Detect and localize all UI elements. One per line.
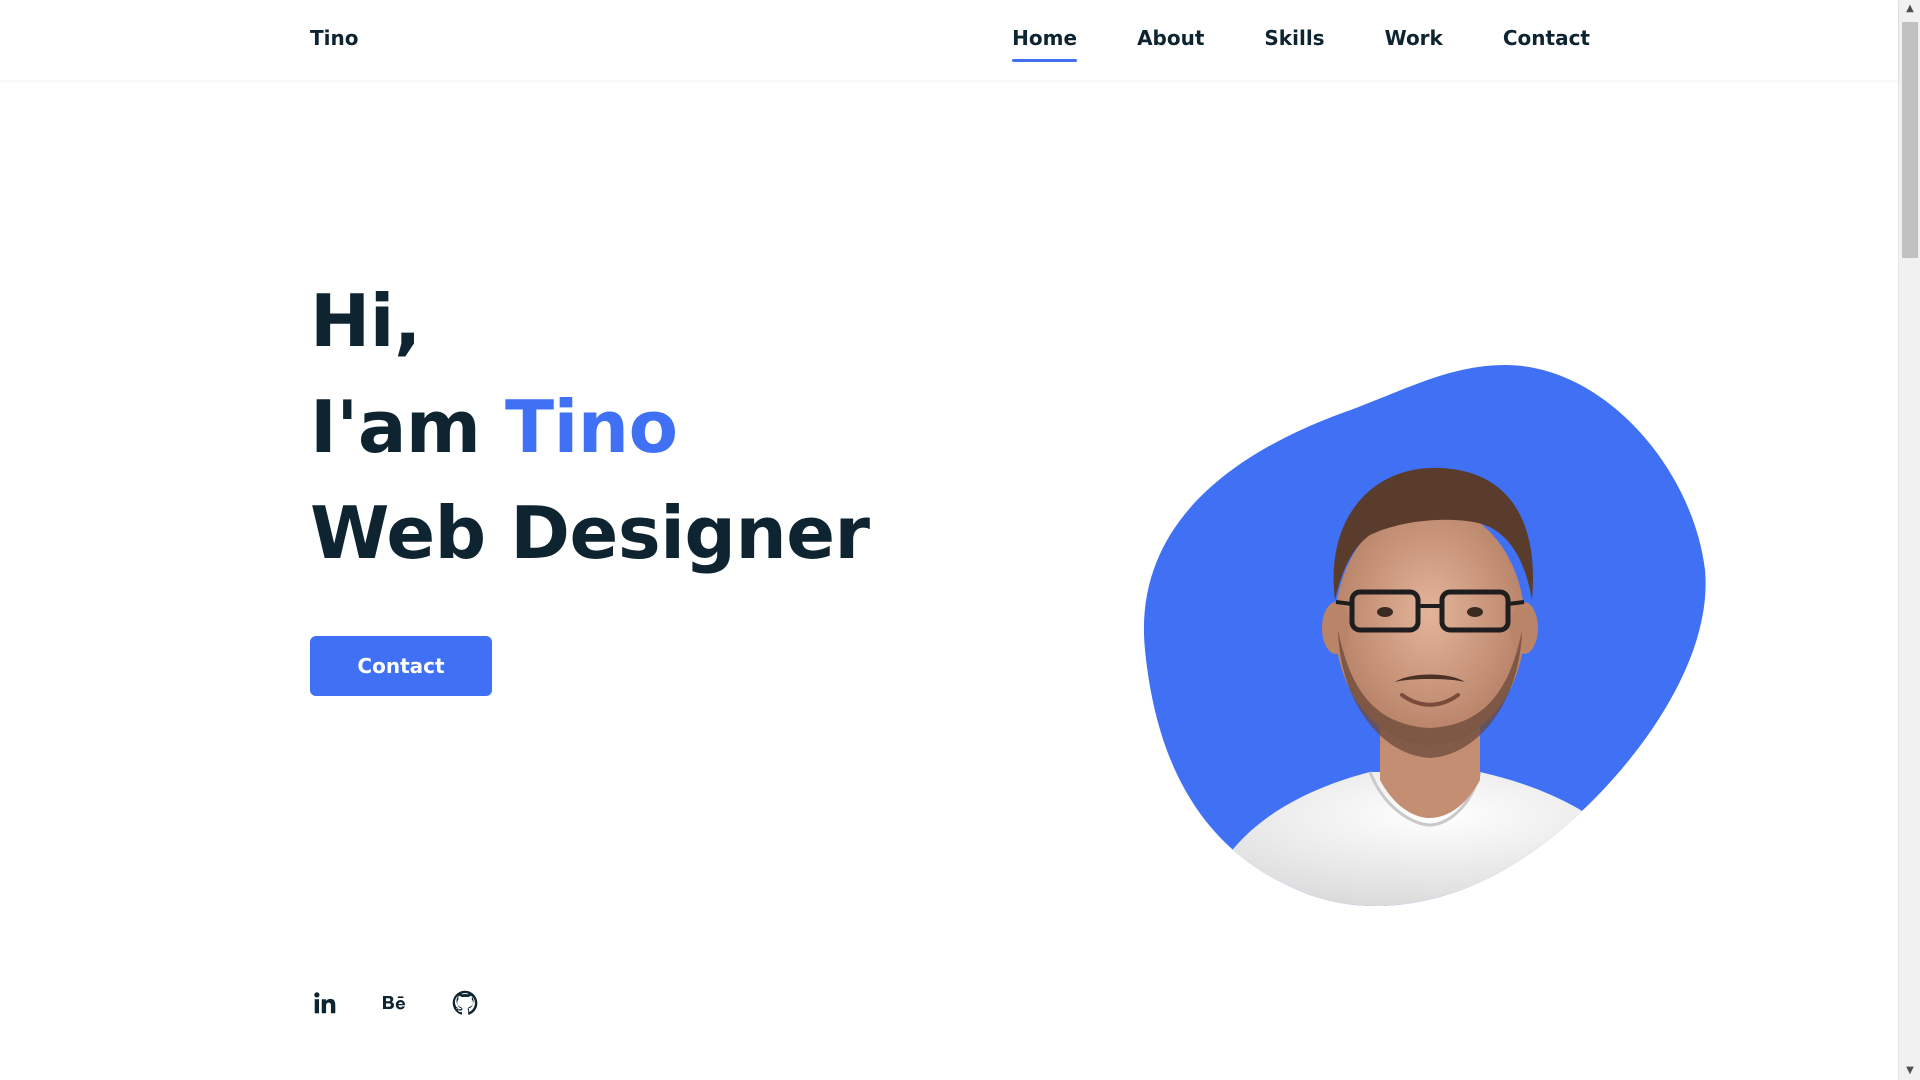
scrollbar-thumb[interactable] <box>1902 22 1918 258</box>
linkedin-link[interactable] <box>310 988 340 1018</box>
nav-link-work[interactable]: Work <box>1385 26 1443 62</box>
github-icon <box>452 990 478 1015</box>
contact-button[interactable]: Contact <box>310 636 492 696</box>
scroll-down-icon[interactable]: ▼ <box>1899 1062 1920 1080</box>
scroll-up-icon[interactable]: ▲ <box>1899 0 1920 18</box>
hero-intro-prefix: I'am <box>310 385 506 469</box>
page-scrollbar[interactable]: ▲ ▼ <box>1898 0 1920 1080</box>
nav-item-about: About <box>1137 26 1204 62</box>
hero-title: Hi, I'am Tino Web Designer <box>310 268 870 586</box>
nav-link-home[interactable]: Home <box>1012 26 1077 62</box>
hero-name: Tino <box>505 385 678 469</box>
hero-role: Web Designer <box>310 491 870 575</box>
nav-item-skills: Skills <box>1264 26 1324 62</box>
hero-portrait-blob <box>1143 365 1706 907</box>
nav-item-contact: Contact <box>1503 26 1590 62</box>
page: Tino Home About Skills Work Contact Hi, … <box>0 0 1920 1080</box>
nav-link-contact[interactable]: Contact <box>1503 26 1590 62</box>
github-link[interactable] <box>450 988 480 1018</box>
logo-link[interactable]: Tino <box>310 26 358 50</box>
hero-greeting: Hi, <box>310 279 421 363</box>
nav-link-skills[interactable]: Skills <box>1264 26 1324 62</box>
linkedin-icon <box>314 992 336 1014</box>
behance-icon <box>383 996 406 1010</box>
behance-link[interactable] <box>380 988 410 1018</box>
nav-link-about[interactable]: About <box>1137 26 1204 62</box>
nav-item-home: Home <box>1012 26 1077 62</box>
site-header: Tino Home About Skills Work Contact <box>0 0 1898 80</box>
main-nav: Home About Skills Work Contact <box>1012 26 1590 62</box>
nav-item-work: Work <box>1385 26 1443 62</box>
social-links <box>310 988 480 1018</box>
